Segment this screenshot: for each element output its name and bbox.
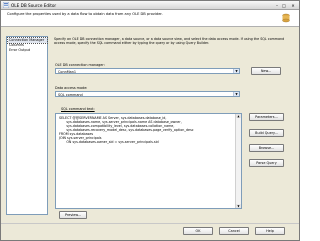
sql-command-textbox[interactable]: SELECT @@SERVERNAME AS Server, sys.datab… <box>55 113 242 209</box>
cancel-button[interactable]: Cancel <box>219 227 249 235</box>
parameters-button[interactable]: Parameters... <box>249 113 284 121</box>
new-connection-button[interactable]: New... <box>251 67 281 75</box>
connection-manager-label: OLE DB connection manager: <box>55 63 105 67</box>
sql-command-label: SQL command text: <box>61 107 95 111</box>
data-access-mode-select[interactable]: SQL command ▼ <box>55 91 240 97</box>
maximize-button[interactable]: □ <box>280 2 288 9</box>
sql-line: ON sys.databases.owner_sid = sys.server_… <box>59 140 159 144</box>
chevron-down-icon: ▼ <box>233 92 239 96</box>
data-access-mode-label: Data access mode: <box>55 86 88 90</box>
close-button[interactable]: ✕ <box>289 2 297 9</box>
footer-divider <box>1 223 299 224</box>
help-button[interactable]: Help <box>255 227 285 235</box>
data-source-icon <box>282 13 290 23</box>
navigation-pane: Connection Manager Columns Error Output <box>6 36 48 215</box>
data-access-mode-value: SQL command <box>58 93 83 97</box>
dialog-header: Configure the properties used by a data … <box>1 10 299 27</box>
app-icon <box>3 2 9 8</box>
ole-db-source-editor-dialog: OLE DB Source Editor – □ ✕ Configure the… <box>0 0 300 241</box>
nav-item-error-output[interactable]: Error Output <box>8 48 47 53</box>
parse-query-button[interactable]: Parse Query <box>249 159 284 167</box>
browse-button[interactable]: Browse... <box>249 144 284 152</box>
scroll-up-icon[interactable]: ▲ <box>236 114 241 118</box>
build-query-button[interactable]: Build Query... <box>249 129 284 137</box>
scroll-down-icon[interactable]: ▼ <box>236 204 241 208</box>
header-description: Configure the properties used by a data … <box>7 12 163 16</box>
sql-scrollbar[interactable]: ▲ ▼ <box>235 114 241 208</box>
connection-manager-select[interactable]: ConnMan1 ▼ <box>55 68 240 74</box>
connection-manager-value: ConnMan1 <box>58 70 77 74</box>
title-bar[interactable]: OLE DB Source Editor – □ ✕ <box>1 1 299 10</box>
main-description: Specify an OLE DB connection manager, a … <box>54 37 285 46</box>
chevron-down-icon: ▼ <box>233 69 239 73</box>
preview-button[interactable]: Preview... <box>59 211 87 219</box>
window-title: OLE DB Source Editor <box>11 2 57 8</box>
ok-button[interactable]: OK <box>183 227 213 235</box>
